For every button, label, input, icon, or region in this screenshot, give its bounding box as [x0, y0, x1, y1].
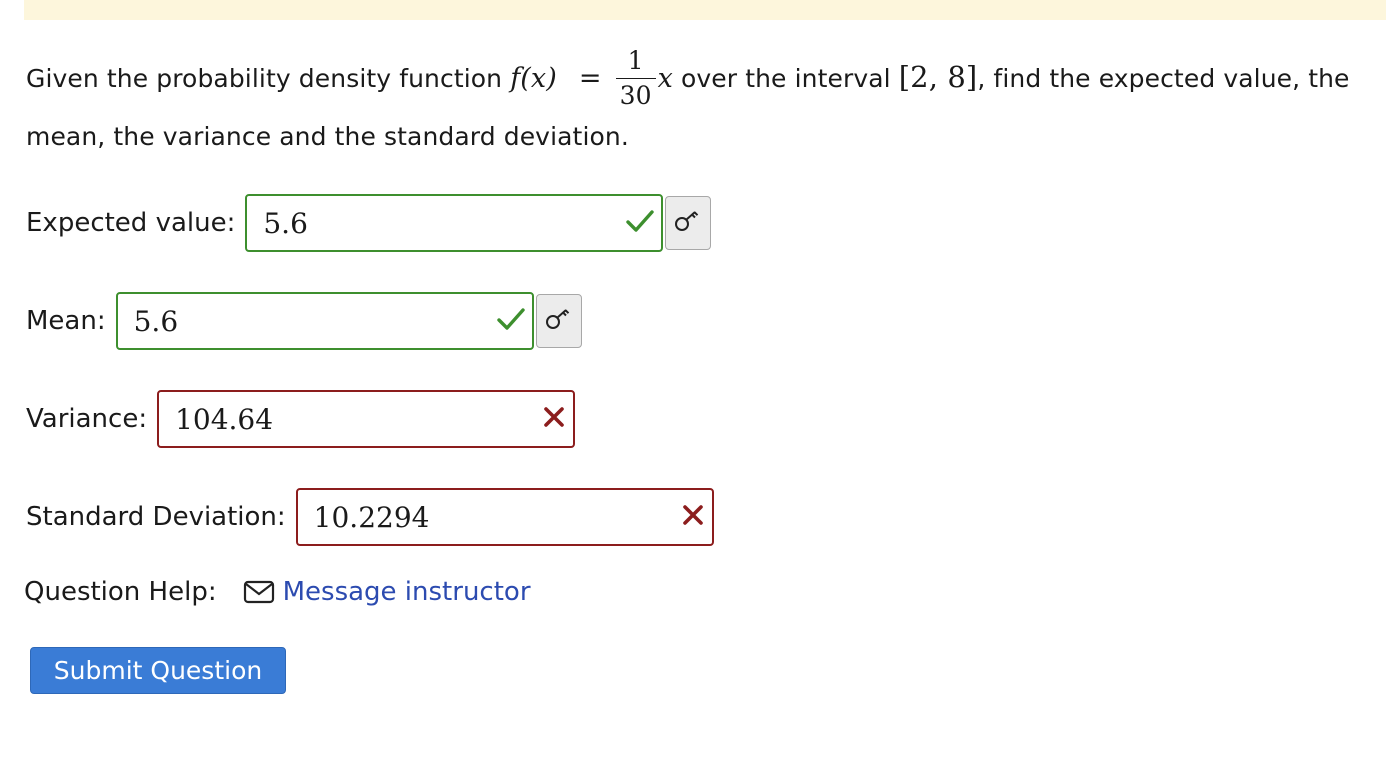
- answer-row-variance: Variance: 104.64: [26, 390, 576, 448]
- answer-value: 5.6: [133, 304, 179, 338]
- question-help-label: Question Help:: [24, 577, 217, 607]
- math-variable: x: [657, 63, 673, 94]
- cross-icon: [541, 404, 567, 434]
- key-icon: [674, 209, 702, 237]
- cross-icon: [680, 502, 706, 532]
- math-fraction: 1 30: [615, 46, 656, 108]
- math-equals: =: [578, 63, 602, 94]
- question-prefix: Given the probability density function: [26, 64, 503, 93]
- expected-value-input[interactable]: 5.6: [245, 194, 664, 252]
- fraction-numerator: 1: [627, 46, 644, 75]
- top-banner: [24, 0, 1386, 20]
- answer-value: 104.64: [175, 402, 274, 436]
- answer-label: Expected value:: [26, 208, 236, 238]
- fraction-denominator: 30: [615, 78, 656, 108]
- standard-deviation-input[interactable]: 10.2294: [295, 488, 714, 546]
- mean-input[interactable]: 5.6: [115, 292, 534, 350]
- message-instructor-link[interactable]: Message instructor: [283, 577, 531, 607]
- show-answer-key-button[interactable]: [665, 196, 712, 250]
- answer-label: Mean:: [26, 306, 106, 336]
- answer-label: Standard Deviation:: [26, 502, 286, 532]
- show-answer-key-button[interactable]: [535, 294, 582, 348]
- math-interval: [2, 8]: [898, 60, 978, 94]
- check-icon: [625, 208, 655, 238]
- submit-question-button[interactable]: Submit Question: [30, 647, 286, 694]
- math-f-of-x: f(x): [510, 63, 557, 94]
- check-icon: [496, 306, 526, 336]
- answer-value: 5.6: [263, 206, 308, 240]
- answer-row-standard-deviation: Standard Deviation: 10.2294: [26, 488, 714, 546]
- key-icon: [545, 307, 573, 335]
- answer-row-expected-value: Expected value: 5.6: [26, 194, 712, 252]
- answer-value: 10.2294: [313, 500, 430, 534]
- answer-label: Variance:: [26, 404, 148, 434]
- variance-input[interactable]: 104.64: [157, 390, 576, 448]
- question-middle: over the interval: [681, 64, 891, 93]
- question-help: Question Help: Message instructor: [24, 577, 531, 607]
- question-text: Given the probability density function f…: [26, 46, 1366, 164]
- mail-icon: [243, 580, 275, 604]
- answer-row-mean: Mean: 5.6: [26, 292, 582, 350]
